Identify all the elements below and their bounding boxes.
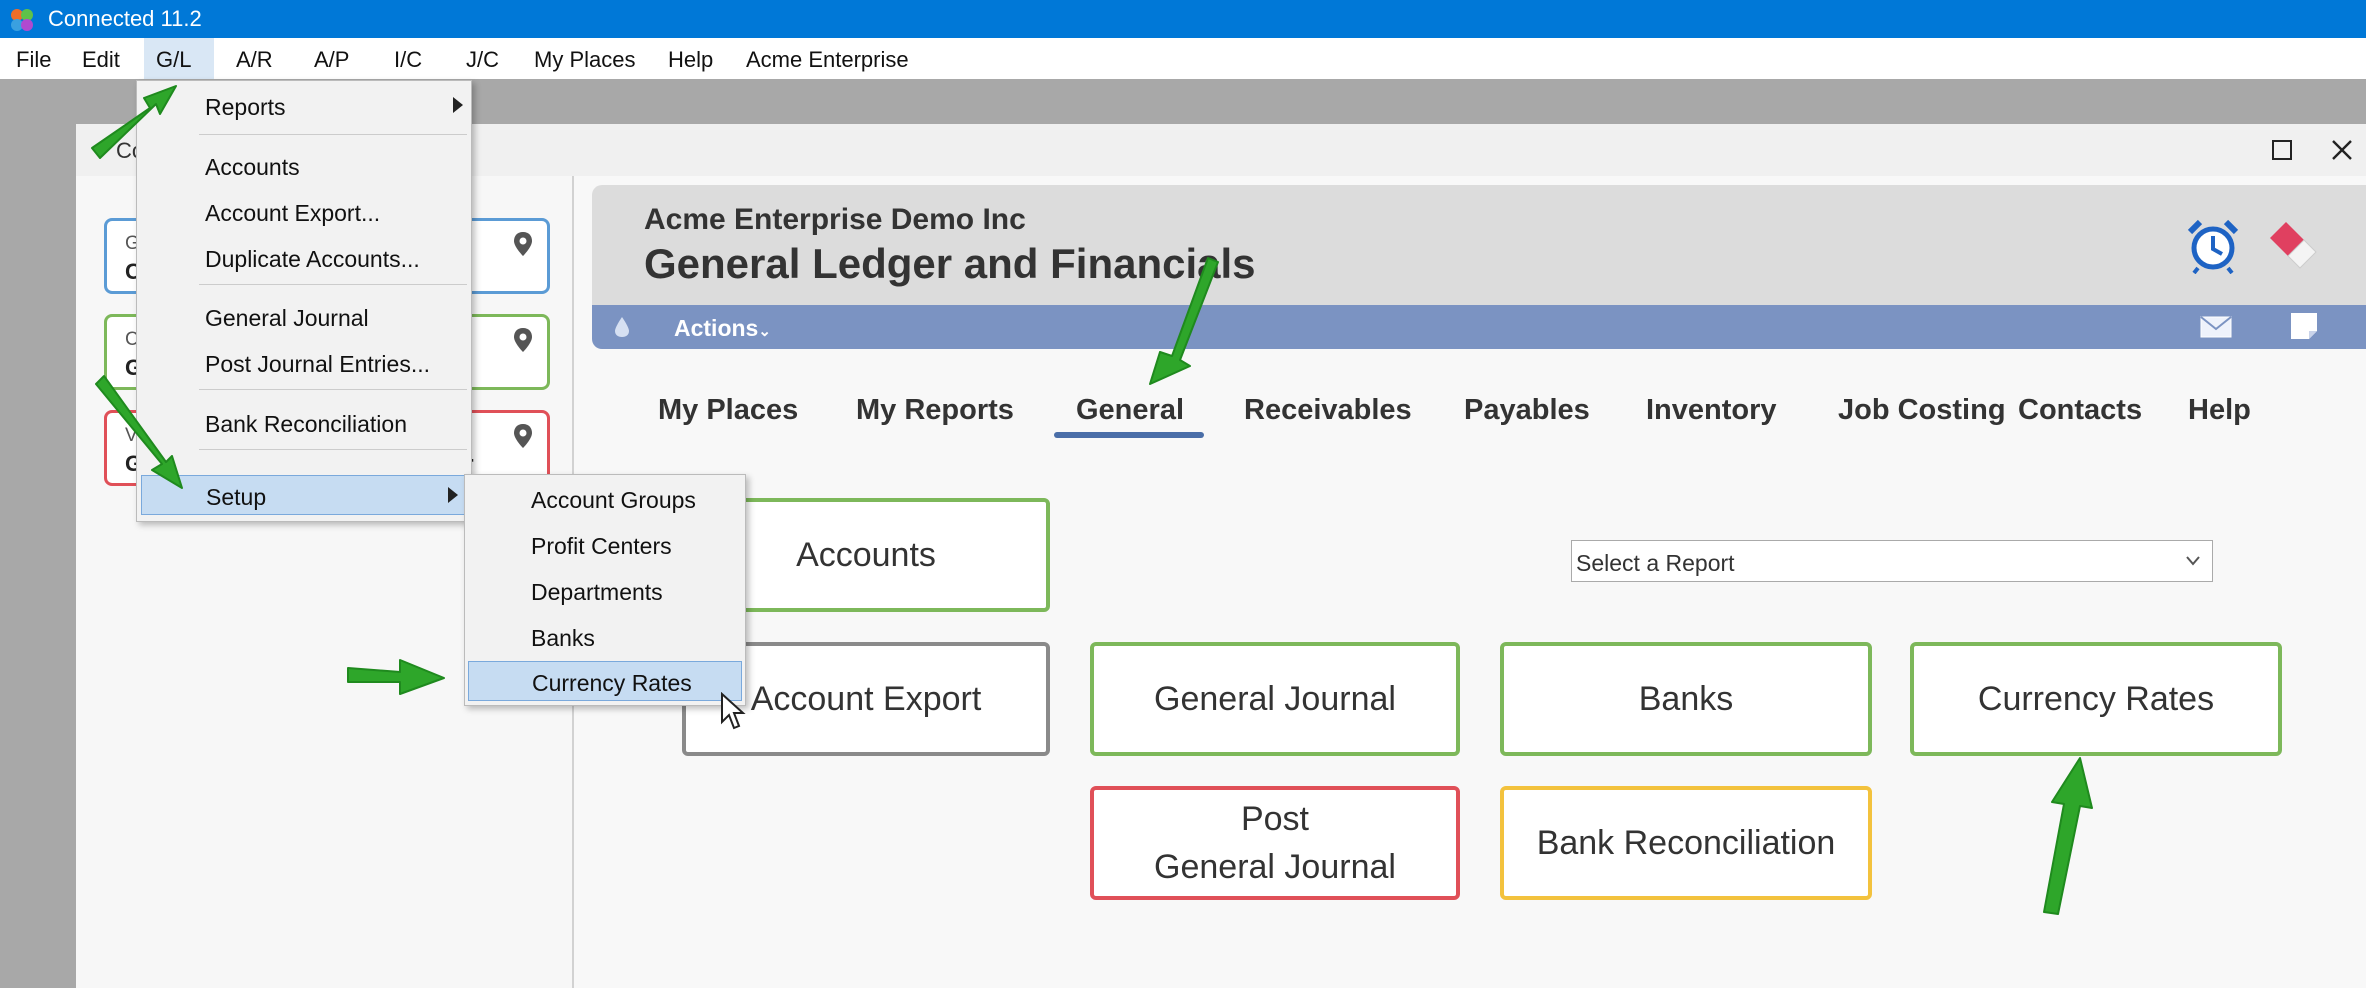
arrow-to-general-tab — [1149, 257, 1219, 385]
arrow-to-currency-rates-menu — [347, 659, 445, 695]
arrow-to-currency-rates-tile — [2043, 757, 2093, 915]
arrow-to-gl-menu — [91, 85, 177, 159]
annotation-arrows — [91, 85, 2093, 915]
arrow-to-setup — [95, 375, 183, 489]
